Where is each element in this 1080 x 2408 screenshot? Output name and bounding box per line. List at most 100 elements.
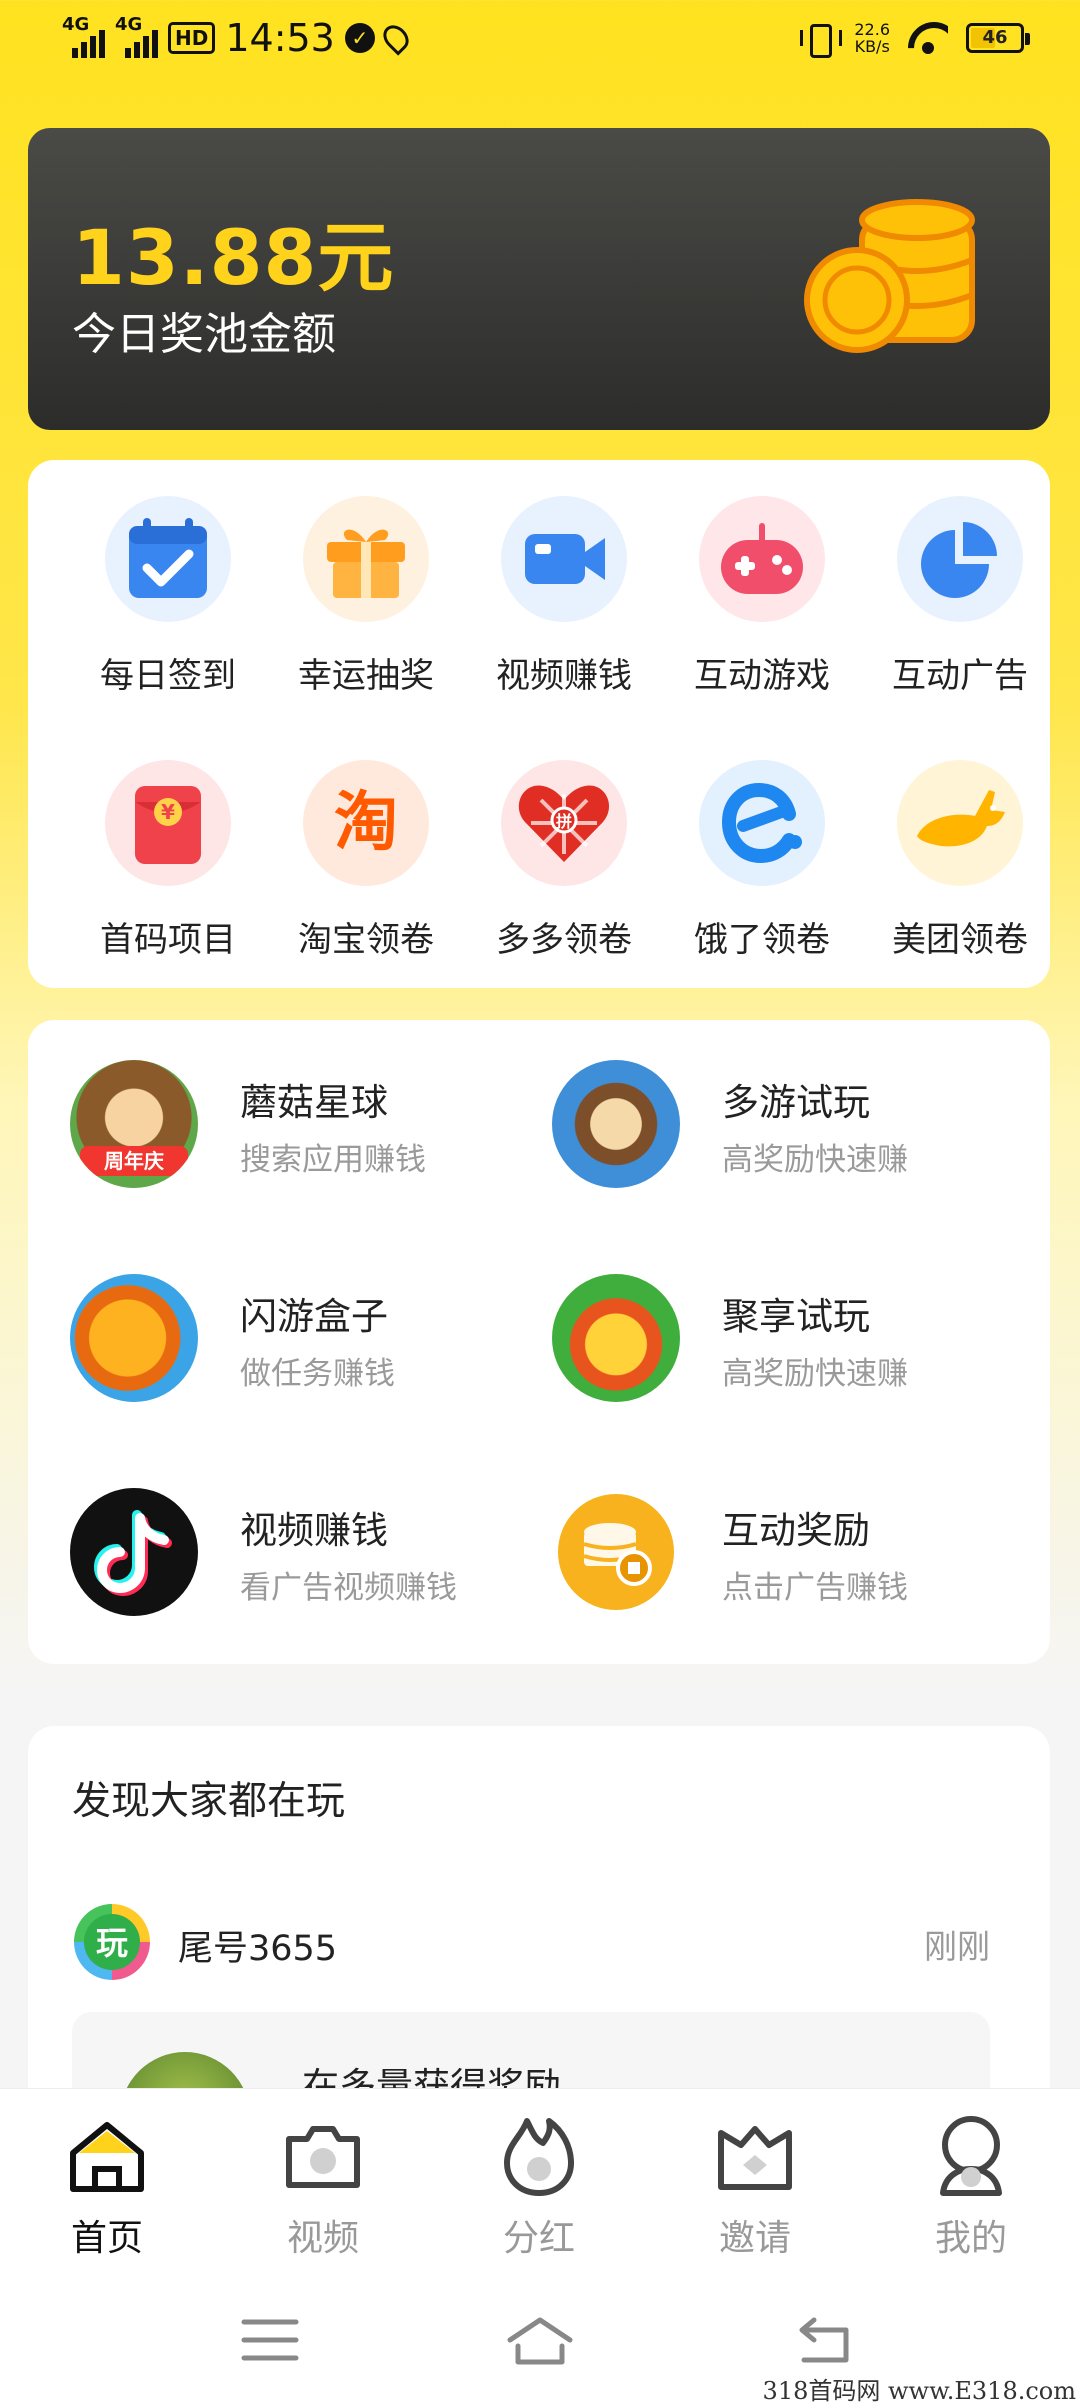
grid-label: 饿了领卷	[694, 920, 830, 960]
app-list: 周年庆 蘑菇星球 搜索应用赚钱 多游试玩 高奖励快速赚 闪游盒子 做任务赚钱 聚…	[28, 1020, 1050, 1664]
clock: 14:53	[225, 16, 335, 60]
gift-icon	[303, 496, 429, 622]
app-subtitle: 做任务赚钱	[240, 1356, 395, 1392]
prize-amount: 13.88元	[72, 213, 395, 302]
profile-icon	[929, 2113, 1013, 2197]
vibrate-icon	[800, 20, 843, 58]
grid-item-taobao-coupon[interactable]: 淘 淘宝领卷	[271, 760, 461, 961]
back-icon[interactable]	[784, 2312, 864, 2368]
watermark: 318首码网 www.E318.com	[762, 2377, 1076, 2405]
user-avatar-glyph: 玩	[96, 1924, 128, 1962]
tab-label: 邀请	[718, 2218, 791, 2259]
juxiang-trial-avatar	[552, 1274, 680, 1402]
app-title: 互动奖励	[722, 1509, 870, 1552]
app-subtitle: 高奖励快速赚	[722, 1356, 908, 1392]
battery-level: 46	[982, 27, 1008, 48]
tab-label: 我的	[934, 2218, 1007, 2259]
feed-time: 刚刚	[924, 1927, 990, 1966]
battery-icon: 46	[966, 23, 1030, 53]
app-item-duoyou-trial[interactable]: 多游试玩 高奖励快速赚	[552, 1060, 1012, 1190]
red-envelope-glyph: ¥	[161, 800, 175, 824]
wifi-icon	[908, 22, 948, 54]
prize-pool-card[interactable]: 13.88元 今日奖池金额	[28, 128, 1050, 430]
tab-dividend[interactable]: 分红	[464, 2113, 614, 2261]
tab-profile[interactable]: 我的	[896, 2113, 1046, 2261]
location-pin-icon	[378, 20, 414, 56]
gamepad-icon	[699, 496, 825, 622]
grid-label: 幸运抽奖	[298, 656, 434, 696]
app-title: 闪游盒子	[240, 1295, 388, 1338]
network-type-2: 4G	[115, 14, 143, 35]
network-speed-value: 22.6	[854, 20, 890, 39]
grid-label: 首码项目	[100, 920, 236, 960]
grid-item-first-code[interactable]: ¥ 首码项目	[73, 760, 263, 961]
duoyou-trial-avatar	[552, 1060, 680, 1188]
meituan-kangaroo-icon	[897, 760, 1023, 886]
grid-label: 多多领卷	[496, 920, 632, 960]
network-type-1: 4G	[62, 14, 90, 35]
system-nav-bar: 318首码网 www.E318.com	[0, 2268, 1080, 2408]
grid-label: 视频赚钱	[496, 656, 632, 696]
app-item-mushroom-planet[interactable]: 周年庆 蘑菇星球 搜索应用赚钱	[70, 1060, 530, 1190]
app-item-juxiang-trial[interactable]: 聚享试玩 高奖励快速赚	[552, 1274, 1012, 1404]
coin-reward-icon	[552, 1488, 680, 1616]
grid-label: 互动游戏	[694, 656, 830, 696]
prize-label: 今日奖池金额	[72, 309, 336, 360]
app-item-interactive-reward[interactable]: 互动奖励 点击广告赚钱	[552, 1488, 1012, 1618]
app-title: 多游试玩	[722, 1081, 870, 1124]
shanyou-box-avatar	[70, 1274, 198, 1402]
app-item-video-earn[interactable]: 视频赚钱 看广告视频赚钱	[70, 1488, 530, 1618]
grid-label: 互动广告	[892, 656, 1028, 696]
app-title: 蘑菇星球	[240, 1081, 388, 1124]
grid-item-eleme-coupon[interactable]: 饿了领卷	[667, 760, 857, 961]
tab-label: 首页	[70, 2218, 143, 2259]
tab-invite[interactable]: 邀请	[680, 2113, 830, 2261]
status-bar: 4G 4G HD 14:53 ✓ 22.6 KB/s 46	[0, 0, 1080, 80]
home-icon	[65, 2113, 149, 2197]
eleme-icon	[699, 760, 825, 886]
check-circle-icon: ✓	[344, 23, 375, 53]
grid-item-lucky-draw[interactable]: 幸运抽奖	[271, 496, 461, 697]
feed-title: 发现大家都在玩	[72, 1779, 346, 1824]
app-subtitle: 点击广告赚钱	[722, 1570, 908, 1606]
grid-item-interactive-game[interactable]: 互动游戏	[667, 496, 857, 697]
taobao-icon: 淘	[303, 760, 429, 886]
signal-icon: 4G	[62, 14, 105, 58]
pie-chart-icon	[897, 496, 1023, 622]
grid-item-interactive-ad[interactable]: 互动广告	[865, 496, 1055, 697]
tab-label: 视频	[286, 2218, 359, 2259]
pinduoduo-glyph: 拼	[556, 812, 572, 831]
anniversary-badge: 周年庆	[80, 1146, 188, 1176]
feature-grid: 每日签到 幸运抽奖 视频赚钱 互动游戏 互动广告 ¥ 首码项目 淘 淘宝领卷 拼…	[28, 460, 1050, 988]
app-title: 视频赚钱	[240, 1509, 388, 1552]
tab-home[interactable]: 首页	[32, 2113, 182, 2261]
user-avatar: 玩	[72, 1902, 152, 1982]
tab-video[interactable]: 视频	[248, 2113, 398, 2261]
hd-voice-icon: HD	[168, 22, 216, 54]
grid-label: 每日签到	[100, 656, 236, 696]
app-subtitle: 高奖励快速赚	[722, 1142, 908, 1178]
coin-stack-icon	[804, 199, 975, 353]
mushroom-planet-avatar: 周年庆	[70, 1060, 198, 1188]
grid-item-daily-checkin[interactable]: 每日签到	[73, 496, 263, 697]
pinduoduo-icon: 拼	[501, 760, 627, 886]
app-item-shanyou-box[interactable]: 闪游盒子 做任务赚钱	[70, 1274, 530, 1404]
app-title: 聚享试玩	[722, 1295, 870, 1338]
network-speed-unit: KB/s	[854, 37, 890, 56]
crown-icon	[713, 2113, 797, 2197]
grid-item-video-earn[interactable]: 视频赚钱	[469, 496, 659, 697]
grid-item-meituan-coupon[interactable]: 美团领卷	[865, 760, 1055, 961]
video-camera-icon	[501, 496, 627, 622]
tiktok-icon	[70, 1488, 198, 1616]
red-envelope-icon: ¥	[105, 760, 231, 886]
app-subtitle: 搜索应用赚钱	[240, 1142, 426, 1178]
feed-user-name: 尾号3655	[178, 1929, 338, 1969]
grid-item-pdd-coupon[interactable]: 拼 多多领卷	[469, 760, 659, 961]
bottom-tab-bar: 首页 视频 分红 邀请 我的	[0, 2088, 1080, 2268]
tab-label: 分红	[502, 2218, 575, 2259]
menu-icon[interactable]	[230, 2312, 310, 2368]
home-nav-icon[interactable]	[500, 2312, 580, 2368]
app-subtitle: 看广告视频赚钱	[240, 1570, 457, 1606]
calendar-check-icon	[105, 496, 231, 622]
grid-label: 淘宝领卷	[298, 920, 434, 960]
